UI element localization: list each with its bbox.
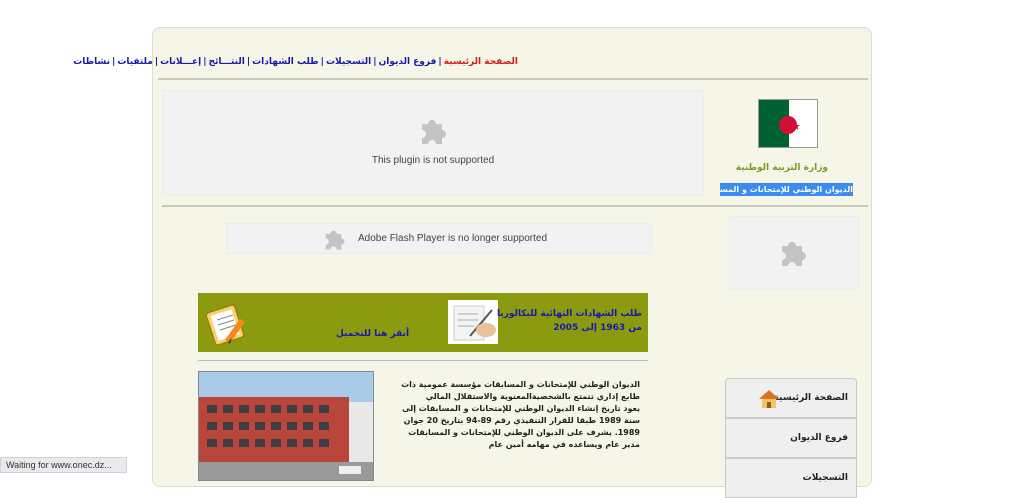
nav-certificates-link[interactable]: طلب الشهادات xyxy=(252,57,319,67)
flash-unsupported-message: Adobe Flash Player is no longer supporte… xyxy=(358,233,548,244)
ministry-name: وزارة التربية الوطنية xyxy=(735,163,828,173)
side-menu-home[interactable]: الصفحة الرئيسية xyxy=(725,378,857,418)
puzzle-icon xyxy=(782,242,806,266)
side-menu-registrations-label: التسجيلات xyxy=(802,473,848,483)
browser-status-bar: Waiting for www.onec.dz... xyxy=(0,457,127,473)
certificates-banner[interactable]: أنقر هنا للتحميل طلب الشهادات النهائية ل… xyxy=(198,293,648,352)
puzzle-icon xyxy=(422,120,446,144)
top-navigation: الصفحة الرئيسية|فروع الديوان|التسجيلات|ط… xyxy=(73,57,518,67)
nav-results-link[interactable]: النتـــائج xyxy=(209,57,245,67)
signing-document-image xyxy=(448,300,498,344)
intro-paragraph-2: يعود تاريخ إنشاء الديوان الوطني للإمتحان… xyxy=(402,404,640,449)
intro-paragraph-1: الديوان الوطني للإمتحانات و المسابقات مؤ… xyxy=(401,380,640,401)
side-menu-registrations[interactable]: التسجيلات xyxy=(725,458,857,498)
algeria-flag xyxy=(758,99,818,148)
side-plugin-placeholder xyxy=(729,216,859,290)
plugin-unsupported-message: This plugin is not supported xyxy=(371,155,495,166)
house-icon xyxy=(759,390,779,408)
banner-text: طلب الشهادات النهائية للبكالوريا من 1963… xyxy=(496,309,642,333)
building-photo xyxy=(198,371,374,481)
flash-placeholder: Adobe Flash Player is no longer supporte… xyxy=(226,223,652,254)
main-plugin-placeholder: This plugin is not supported xyxy=(162,90,704,196)
nav-registrations-link[interactable]: التسجيلات xyxy=(326,57,371,67)
top-divider xyxy=(158,78,868,80)
intro-text: الديوان الوطني للإمتحانات و المسابقات مؤ… xyxy=(400,379,640,451)
clipboard-pencil-icon xyxy=(205,304,245,346)
nav-activities-link[interactable]: نشاطات xyxy=(73,57,110,67)
puzzle-icon xyxy=(325,230,345,250)
nav-branches-link[interactable]: فروع الديوان xyxy=(379,57,437,67)
nav-forums-link[interactable]: ملتقيات xyxy=(117,57,153,67)
side-menu: الصفحة الرئيسية فروع الديوان التسجيلات xyxy=(725,378,857,498)
crescent-star-icon xyxy=(778,116,800,134)
nav-announcements-link[interactable]: إعـــلانات xyxy=(160,57,201,67)
nav-home-link[interactable]: الصفحة الرئيسية xyxy=(444,57,518,67)
side-menu-branches-label: فروع الديوان xyxy=(790,433,848,443)
side-menu-branches[interactable]: فروع الديوان xyxy=(725,418,857,458)
office-name-badge: الديوان الوطني للإمتحانات و المسابقات xyxy=(720,183,853,196)
content-divider xyxy=(198,360,648,361)
side-menu-home-label: الصفحة الرئيسية xyxy=(773,393,848,403)
middle-divider xyxy=(162,205,868,207)
banner-download-link[interactable]: أنقر هنا للتحميل xyxy=(336,329,409,339)
